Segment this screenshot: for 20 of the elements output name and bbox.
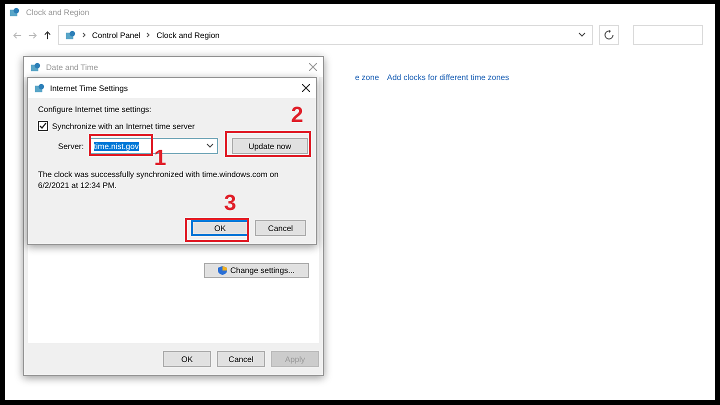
server-label: Server:: [58, 142, 84, 150]
checkbox-label: Synchronize with an Internet time server: [52, 122, 195, 130]
window-title: Clock and Region: [26, 8, 90, 16]
breadcrumb-item[interactable]: Clock and Region: [156, 30, 220, 40]
change-settings-button[interactable]: Change settings...: [204, 263, 309, 278]
address-bar[interactable]: Control Panel Clock and Region: [58, 25, 593, 45]
dialog-button[interactable]: Cancel: [255, 220, 306, 236]
step-number: 3: [224, 192, 236, 214]
section-heading: Configure Internet time settings:: [38, 105, 152, 114]
link[interactable]: e zone: [355, 73, 380, 82]
dialog-button[interactable]: OK: [191, 220, 249, 236]
dialog-title: Internet Time Settings: [50, 84, 129, 92]
link[interactable]: Add clocks for different time zones: [387, 73, 510, 82]
breadcrumb-item[interactable]: Control Panel: [92, 30, 140, 40]
dialog-button[interactable]: Cancel: [217, 351, 265, 367]
dialog-title: Date and Time: [46, 62, 100, 72]
dialog-button[interactable]: OK: [163, 351, 211, 367]
sync-message: The clock was successfully synchronized with time.windows.com on 6/2/2021 at 12:34 PM.: [38, 169, 280, 191]
update-now-button[interactable]: Update now: [232, 138, 308, 154]
step-number: 2: [291, 104, 304, 126]
